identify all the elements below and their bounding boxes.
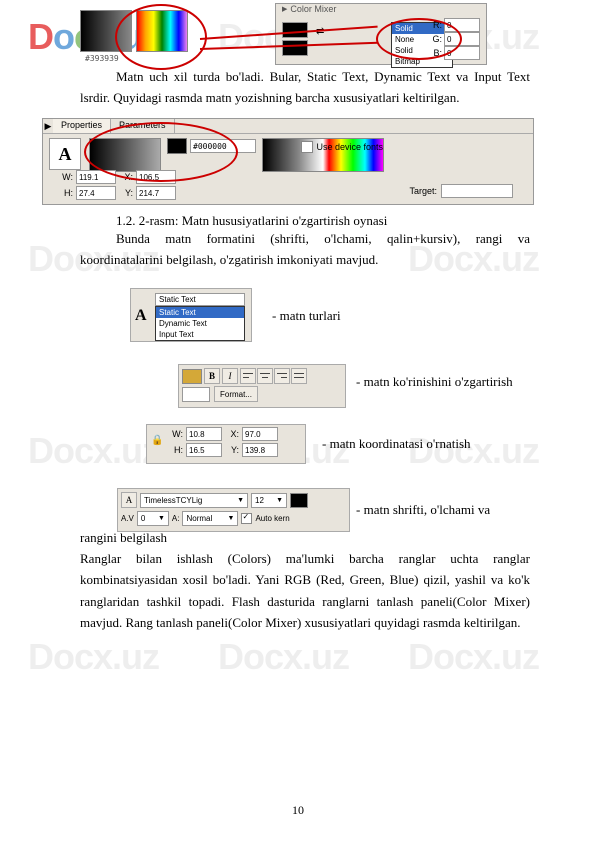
page-number: 10 bbox=[292, 803, 304, 818]
text-type-list: Static Text Dynamic Text Input Text bbox=[155, 306, 245, 341]
para-3: Ranglar bilan ishlash (Colors) ma'lumki … bbox=[80, 548, 530, 634]
watermark-faded: Docx.uz bbox=[218, 636, 349, 678]
auto-kern-checkbox[interactable] bbox=[241, 513, 252, 524]
target-line: Target: bbox=[409, 184, 513, 198]
caption-coord: - matn koordinatasi o'rnatish bbox=[322, 436, 471, 452]
para-2: Bunda matn formatini (shrifti, o'lchami,… bbox=[80, 228, 530, 271]
highlight-circle bbox=[115, 4, 207, 70]
highlight-ellipse bbox=[376, 18, 462, 60]
highlight-ellipse-2 bbox=[84, 122, 238, 182]
text-type-static[interactable]: Static Text bbox=[156, 307, 244, 318]
coord-panel: 🔒 W: 10.8 X: 97.0 H: 16.5 Y: 139.8 bbox=[146, 424, 306, 464]
a-icon: A bbox=[135, 307, 147, 325]
char-spacing-input[interactable]: 0▼ bbox=[137, 511, 169, 526]
text-type-input[interactable]: Input Text bbox=[156, 329, 244, 340]
av-label: A.V bbox=[121, 514, 134, 523]
y-label: Y: bbox=[119, 188, 133, 198]
expand-icon[interactable]: ▶ bbox=[43, 119, 53, 133]
auto-kern-label: Auto kern bbox=[255, 514, 289, 523]
chevron-down-icon: ▼ bbox=[228, 515, 235, 522]
font-panel: A TimelessTCYLig ▼ 12 ▼ A.V 0▼ A: Normal… bbox=[117, 488, 350, 532]
font-name: TimelessTCYLig bbox=[144, 496, 202, 505]
bold-button[interactable]: B bbox=[204, 368, 220, 384]
text-tool-icon: A bbox=[49, 138, 81, 170]
y-lbl: Y: bbox=[225, 445, 239, 455]
mixer-swatch-2[interactable] bbox=[282, 40, 308, 56]
font-size-dropdown[interactable]: 12 ▼ bbox=[251, 493, 287, 508]
align-left-button[interactable] bbox=[240, 368, 256, 384]
lock-icon[interactable]: 🔒 bbox=[151, 435, 163, 446]
text-type-dynamic[interactable]: Dynamic Text bbox=[156, 318, 244, 329]
y-in[interactable]: 139.8 bbox=[242, 443, 278, 457]
align-justify-button[interactable] bbox=[291, 368, 307, 384]
align-center-button[interactable] bbox=[257, 368, 273, 384]
target-label: Target: bbox=[409, 186, 437, 196]
y-input[interactable]: 214.7 bbox=[136, 186, 176, 200]
para-2-container: Bunda matn formatini (shrifti, o'lchami,… bbox=[80, 228, 530, 271]
chevron-down-icon: ▼ bbox=[237, 497, 244, 504]
w-lbl: W: bbox=[169, 429, 183, 439]
x-lbl: X: bbox=[225, 429, 239, 439]
small-dropdown[interactable] bbox=[182, 387, 210, 402]
font-style-dropdown[interactable]: Normal ▼ bbox=[182, 511, 238, 526]
caption-font-2: rangini belgilash bbox=[80, 530, 167, 546]
para-3-container: Ranglar bilan ishlash (Colors) ma'lumki … bbox=[80, 548, 530, 634]
w-label: W: bbox=[59, 172, 73, 182]
x-in[interactable]: 97.0 bbox=[242, 427, 278, 441]
font-a-icon: A bbox=[121, 492, 137, 508]
h-label: H: bbox=[59, 188, 73, 198]
text-color-swatch[interactable] bbox=[182, 369, 202, 384]
w-in[interactable]: 10.8 bbox=[186, 427, 222, 441]
format-button[interactable]: Format... bbox=[214, 386, 258, 402]
aa-label: A: bbox=[172, 514, 180, 523]
h-input[interactable]: 27.4 bbox=[76, 186, 116, 200]
text-type-current[interactable]: Static Text bbox=[155, 293, 245, 306]
checkbox-icon[interactable] bbox=[301, 141, 313, 153]
text-type-panel: A Static Text Static Text Dynamic Text I… bbox=[130, 288, 252, 342]
font-size: 12 bbox=[255, 496, 264, 505]
tab-properties[interactable]: Properties bbox=[53, 119, 111, 133]
use-device-fonts-label: Use device fonts bbox=[316, 142, 383, 152]
font-name-dropdown[interactable]: TimelessTCYLig ▼ bbox=[140, 493, 248, 508]
target-input[interactable] bbox=[441, 184, 513, 198]
color-mixer-title: Color Mixer bbox=[282, 4, 336, 14]
font-color-swatch[interactable] bbox=[290, 493, 308, 508]
watermark-faded: Docx.uz bbox=[28, 636, 159, 678]
caption-format: - matn ko'rinishini o'zgartirish bbox=[356, 374, 513, 390]
chevron-down-icon: ▼ bbox=[276, 497, 283, 504]
watermark-faded: Docx.uz bbox=[408, 636, 539, 678]
caption-types: - matn turlari bbox=[272, 308, 341, 324]
h-in[interactable]: 16.5 bbox=[186, 443, 222, 457]
hex-top: #393939 bbox=[85, 54, 119, 63]
align-right-button[interactable] bbox=[274, 368, 290, 384]
use-device-fonts[interactable]: Use device fonts bbox=[301, 141, 383, 153]
font-style: Normal bbox=[186, 514, 212, 523]
format-toolbar: B I Format... bbox=[178, 364, 346, 408]
para-1: Matn uch xil turda bo'ladi. Bular, Stati… bbox=[80, 66, 530, 109]
watermark-faded: Docx.uz bbox=[28, 430, 159, 472]
para-1-container: Matn uch xil turda bo'ladi. Bular, Stati… bbox=[80, 66, 530, 109]
h-lbl: H: bbox=[169, 445, 183, 455]
caption-font: - matn shrifti, o'lchami va bbox=[356, 502, 490, 518]
italic-button[interactable]: I bbox=[222, 368, 238, 384]
